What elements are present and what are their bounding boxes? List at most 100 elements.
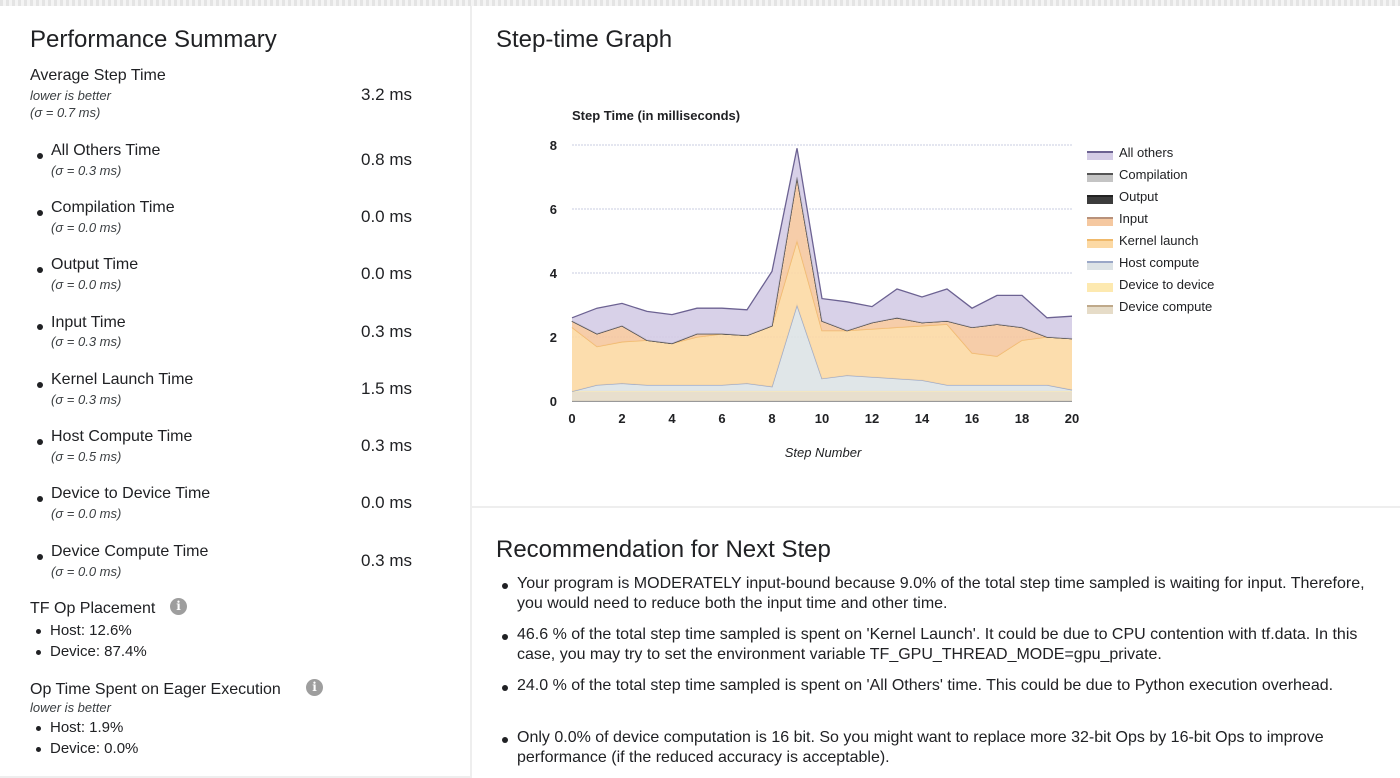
info-icon[interactable]: i xyxy=(306,679,323,696)
legend-swatch xyxy=(1087,284,1113,292)
metric-label: Input Time xyxy=(51,314,126,331)
eager-execution-note: lower is better xyxy=(30,700,111,715)
legend-swatch xyxy=(1087,174,1113,182)
x-tick-label: 18 xyxy=(1015,411,1029,426)
chart-title: Step Time (in milliseconds) xyxy=(572,108,740,123)
metric-sigma: (σ = 0.3 ms) xyxy=(51,334,122,349)
x-tick-label: 4 xyxy=(668,411,676,426)
area-series-device-compute xyxy=(572,391,1072,401)
placement-device: Device: 87.4% xyxy=(50,643,147,660)
chart-legend: All others Compilation Output Input Kernel l… xyxy=(1087,145,1214,314)
x-tick-label: 14 xyxy=(915,411,930,426)
chart-areas xyxy=(571,148,1073,401)
legend-label: Host compute xyxy=(1119,255,1199,270)
info-icon[interactable]: i xyxy=(170,598,187,615)
bullet xyxy=(502,685,508,691)
legend-swatch xyxy=(1087,306,1113,314)
metric-sigma: (σ = 0.0 ms) xyxy=(51,506,122,521)
average-step-time-note: lower is better xyxy=(30,88,111,103)
metric-value: 1.5 ms xyxy=(361,379,413,398)
x-tick-label: 6 xyxy=(718,411,725,426)
y-tick-label: 0 xyxy=(550,394,557,409)
metric-sigma: (σ = 0.5 ms) xyxy=(51,449,122,464)
bullet xyxy=(37,210,43,216)
metric-label: All Others Time xyxy=(51,142,161,159)
recommendation-item: 46.6 % of the total step time sampled is… xyxy=(517,626,1358,663)
recommendation-item: Only 0.0% of device computation is 16 bi… xyxy=(517,729,1324,766)
x-tick-label: 16 xyxy=(965,411,979,426)
recommendation-item: Your program is MODERATELY input-bound b… xyxy=(517,575,1365,612)
bullet xyxy=(37,267,43,273)
legend-label: Kernel launch xyxy=(1119,233,1199,248)
area-series-all-others xyxy=(572,148,1072,344)
average-step-time-value: 3.2 ms xyxy=(361,85,413,104)
performance-summary-card: Performance Summary Average Step Time lo… xyxy=(0,6,470,776)
metric-label: Device to Device Time xyxy=(51,485,211,502)
average-step-time-sigma: (σ = 0.7 ms) xyxy=(30,105,101,120)
bullet xyxy=(502,634,508,640)
legend-swatch xyxy=(1087,196,1113,204)
y-tick-label: 8 xyxy=(550,138,557,153)
bullet xyxy=(37,324,43,330)
metric-sigma: (σ = 0.0 ms) xyxy=(51,564,122,579)
tf-op-placement-title: TF Op Placement xyxy=(30,600,156,617)
bullet xyxy=(37,554,43,560)
bullet xyxy=(37,496,43,502)
legend-label: Device compute xyxy=(1119,299,1212,314)
bullet xyxy=(36,726,41,731)
legend-label: Device to device xyxy=(1119,277,1214,292)
eager-host: Host: 1.9% xyxy=(50,719,124,736)
x-tick-label: 20 xyxy=(1065,411,1079,426)
metric-label: Host Compute Time xyxy=(51,428,193,445)
bullet xyxy=(36,747,41,752)
legend-label: Input xyxy=(1119,211,1148,226)
metric-value: 0.0 ms xyxy=(361,264,413,283)
bullet xyxy=(37,153,43,159)
legend-swatch xyxy=(1087,262,1113,270)
recommendation-title: Recommendation for Next Step xyxy=(496,536,831,563)
performance-summary-title: Performance Summary xyxy=(30,26,277,53)
metric-value: 0.0 ms xyxy=(361,493,413,512)
metric-value: 0.8 ms xyxy=(361,150,413,169)
legend-swatch xyxy=(1087,240,1113,248)
recommendation-item: 24.0 % of the total step time sampled is… xyxy=(517,677,1334,694)
legend-label: All others xyxy=(1119,145,1174,160)
y-tick-label: 6 xyxy=(550,202,557,217)
bullet xyxy=(502,583,508,589)
metric-sigma: (σ = 0.0 ms) xyxy=(51,220,122,235)
y-tick-label: 4 xyxy=(550,266,558,281)
x-tick-label: 10 xyxy=(815,411,829,426)
legend-label: Compilation xyxy=(1119,167,1188,182)
metric-sigma: (σ = 0.0 ms) xyxy=(51,277,122,292)
metric-value: 0.3 ms xyxy=(361,322,413,341)
metric-label: Kernel Launch Time xyxy=(51,371,194,388)
metric-sigma: (σ = 0.3 ms) xyxy=(51,163,122,178)
average-step-time-label: Average Step Time xyxy=(30,67,166,84)
metric-label: Compilation Time xyxy=(51,199,175,216)
metric-value: 0.3 ms xyxy=(361,436,413,455)
eager-execution-title: Op Time Spent on Eager Execution xyxy=(30,681,281,698)
line-series-all-others xyxy=(571,148,1073,319)
bullet xyxy=(37,439,43,445)
bullet xyxy=(502,737,508,743)
metric-value: 0.0 ms xyxy=(361,207,413,226)
recommendation-card: Recommendation for Next Step Your progra… xyxy=(472,508,1400,778)
x-tick-label: 8 xyxy=(768,411,775,426)
legend-swatch xyxy=(1087,152,1113,160)
metric-sigma: (σ = 0.3 ms) xyxy=(51,392,122,407)
metric-label: Output Time xyxy=(51,256,139,273)
x-axis-label: Step Number xyxy=(785,445,862,460)
legend-label: Output xyxy=(1119,189,1158,204)
x-tick-label: 12 xyxy=(865,411,879,426)
metric-label: Device Compute Time xyxy=(51,543,209,560)
x-tick-label: 0 xyxy=(568,411,575,426)
step-time-chart: Step Time (in milliseconds) 0 2 4 6 8 0 2 4 6 8 10… xyxy=(550,108,1215,460)
metric-value: 0.3 ms xyxy=(361,551,413,570)
eager-device: Device: 0.0% xyxy=(50,740,139,757)
step-time-graph-card: Step-time Graph Step Time (in millisecon… xyxy=(472,6,1400,506)
placement-host: Host: 12.6% xyxy=(50,622,132,639)
x-tick-label: 2 xyxy=(618,411,625,426)
bullet xyxy=(36,629,41,634)
bullet xyxy=(37,382,43,388)
bullet xyxy=(36,650,41,655)
